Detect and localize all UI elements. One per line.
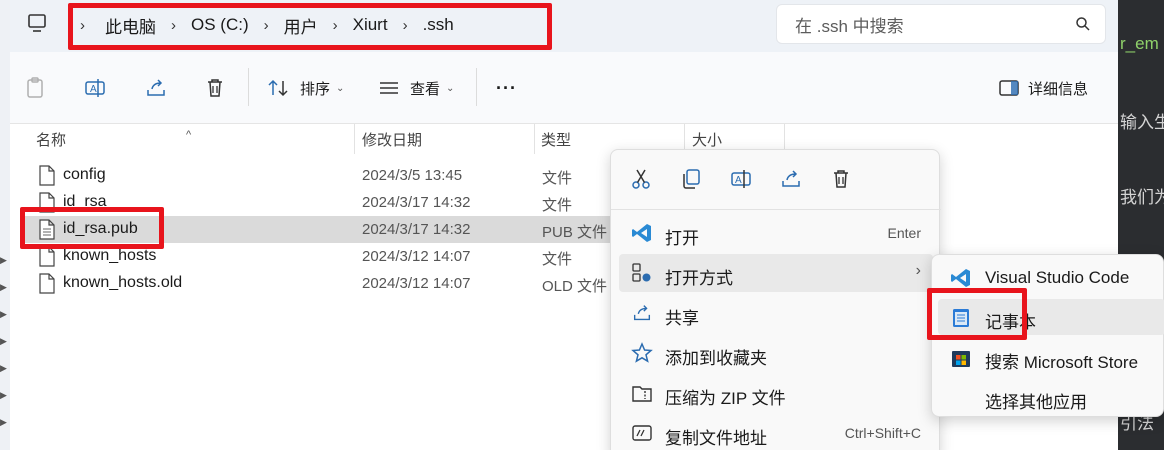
column-headers: ^ 名称 修改日期 类型 大小 [10,124,1118,154]
delete-icon[interactable] [203,76,227,100]
submenu-item-label: 选择其他应用 [985,393,1087,412]
search-icon [1076,17,1090,31]
file-name: known_hosts [63,247,157,264]
zip-folder-icon [632,386,652,402]
rename-icon[interactable]: A [729,167,753,191]
file-icon [39,246,55,267]
gutter-arrow-icon: ▶ [0,309,7,319]
computer-icon[interactable] [26,12,48,34]
search-placeholder: 在 .ssh 中搜索 [795,16,904,36]
menu-item-open-with[interactable]: 打开方式 › [619,254,933,292]
file-type: 文件 [542,170,573,187]
gutter-arrow-icon: ▶ [0,336,7,346]
more-options-button[interactable]: ··· [496,76,517,100]
menu-item-label: 压缩为 ZIP 文件 [665,389,786,408]
details-pane-button[interactable]: 详细信息 [998,76,1088,100]
submenu-item-store[interactable]: 搜索 Microsoft Store [938,339,1164,375]
submenu-item-label: Visual Studio Code [985,268,1130,287]
rename-icon[interactable]: A [83,76,107,100]
annotation-highlight-box [927,288,1027,340]
left-gutter: ▶ ▶ ▶ ▶ ▶ ▶ ▶ [0,110,10,450]
sort-ascending-icon: ^ [186,129,192,141]
file-type: 文件 [542,251,573,268]
details-label: 详细信息 [1028,80,1089,98]
file-type: 文件 [542,197,573,214]
editor-text: 输入生 [1120,113,1164,132]
context-menu-divider [611,209,941,210]
view-icon [380,82,398,94]
file-type: PUB 文件 [542,224,608,241]
cut-icon[interactable] [629,167,653,191]
copy-icon[interactable] [679,167,703,191]
sort-icon [268,79,288,97]
shortcut-hint: Ctrl+Shift+C [844,425,921,441]
search-input[interactable]: 在 .ssh 中搜索 [776,4,1106,44]
sort-button[interactable]: 排序 ⌄ [266,76,344,100]
column-header-name[interactable]: 名称 [36,129,66,150]
menu-item-label: 复制文件地址 [665,429,767,448]
menu-item-copy-path[interactable]: 复制文件地址 Ctrl+Shift+C [619,414,933,450]
gutter-arrow-icon: ▶ [0,390,7,400]
microsoft-store-icon [952,351,970,367]
view-label: 查看 [410,80,441,98]
file-date: 2024/3/17 14:32 [362,194,471,211]
file-date: 2024/3/12 14:07 [362,275,471,292]
chevron-down-icon: ⌄ [446,82,455,94]
svg-text:A: A [90,84,97,95]
column-header-type[interactable]: 类型 [541,129,571,150]
star-icon [631,342,653,363]
file-date: 2024/3/17 14:32 [362,221,471,238]
column-divider[interactable] [354,124,355,154]
menu-item-zip[interactable]: 压缩为 ZIP 文件 [619,374,933,412]
editor-text: 我们为 [1120,188,1164,207]
toolbar-divider [476,68,477,106]
details-pane-icon [999,80,1019,96]
file-icon [39,165,55,186]
gutter-arrow-icon: ▶ [0,282,7,292]
share-icon[interactable] [779,167,803,191]
menu-item-share[interactable]: 共享 [619,294,933,332]
menu-item-add-favorite[interactable]: 添加到收藏夹 [619,334,933,372]
file-date: 2024/3/12 14:07 [362,248,471,265]
annotation-highlight-box [20,207,164,249]
chevron-right-icon: › [915,262,921,279]
menu-item-label: 添加到收藏夹 [665,349,767,368]
menu-item-label: 打开方式 [665,269,733,288]
command-bar: A 排序 ⌄ 查看 ⌄ ··· 详细信息 [10,52,1118,124]
menu-item-label: 打开 [665,229,699,248]
annotation-highlight-box [68,3,552,50]
submenu-item-label: 搜索 Microsoft Store [985,353,1139,372]
chevron-down-icon: ⌄ [336,82,345,94]
submenu-item-choose-app[interactable]: 选择其他应用 [938,379,1164,415]
gutter-arrow-icon: ▶ [0,255,7,265]
gutter-arrow-icon: ▶ [0,417,7,427]
delete-icon[interactable] [829,167,853,191]
vscode-icon [632,224,651,242]
share-icon [633,305,651,321]
menu-item-label: 共享 [665,309,699,328]
copy-path-icon [632,425,652,441]
gutter-arrow-icon: ▶ [0,363,7,373]
open-with-icon [632,263,651,282]
vscode-icon [951,269,970,287]
file-name: known_hosts.old [63,274,183,291]
view-button[interactable]: 查看 ⌄ [378,76,454,100]
svg-text:A: A [735,175,742,186]
file-date: 2024/3/5 13:45 [362,167,463,184]
toolbar-divider [248,68,249,106]
column-divider[interactable] [534,124,535,154]
context-menu: A 打开 Enter 打开方式 › 共享 添加到收藏夹 压缩为 ZIP 文件 复… [610,149,941,450]
column-header-size[interactable]: 大小 [692,129,722,150]
paste-icon[interactable] [24,76,46,100]
file-name: config [63,166,106,183]
share-icon[interactable] [144,76,168,100]
sort-label: 排序 [300,80,331,98]
menu-item-open[interactable]: 打开 Enter [619,214,933,252]
context-menu-quick-actions: A [611,162,941,196]
column-header-date[interactable]: 修改日期 [362,129,422,150]
file-type: OLD 文件 [542,278,608,295]
file-icon [39,273,55,294]
shortcut-hint: Enter [887,225,921,241]
editor-text: r_em [1120,34,1159,53]
